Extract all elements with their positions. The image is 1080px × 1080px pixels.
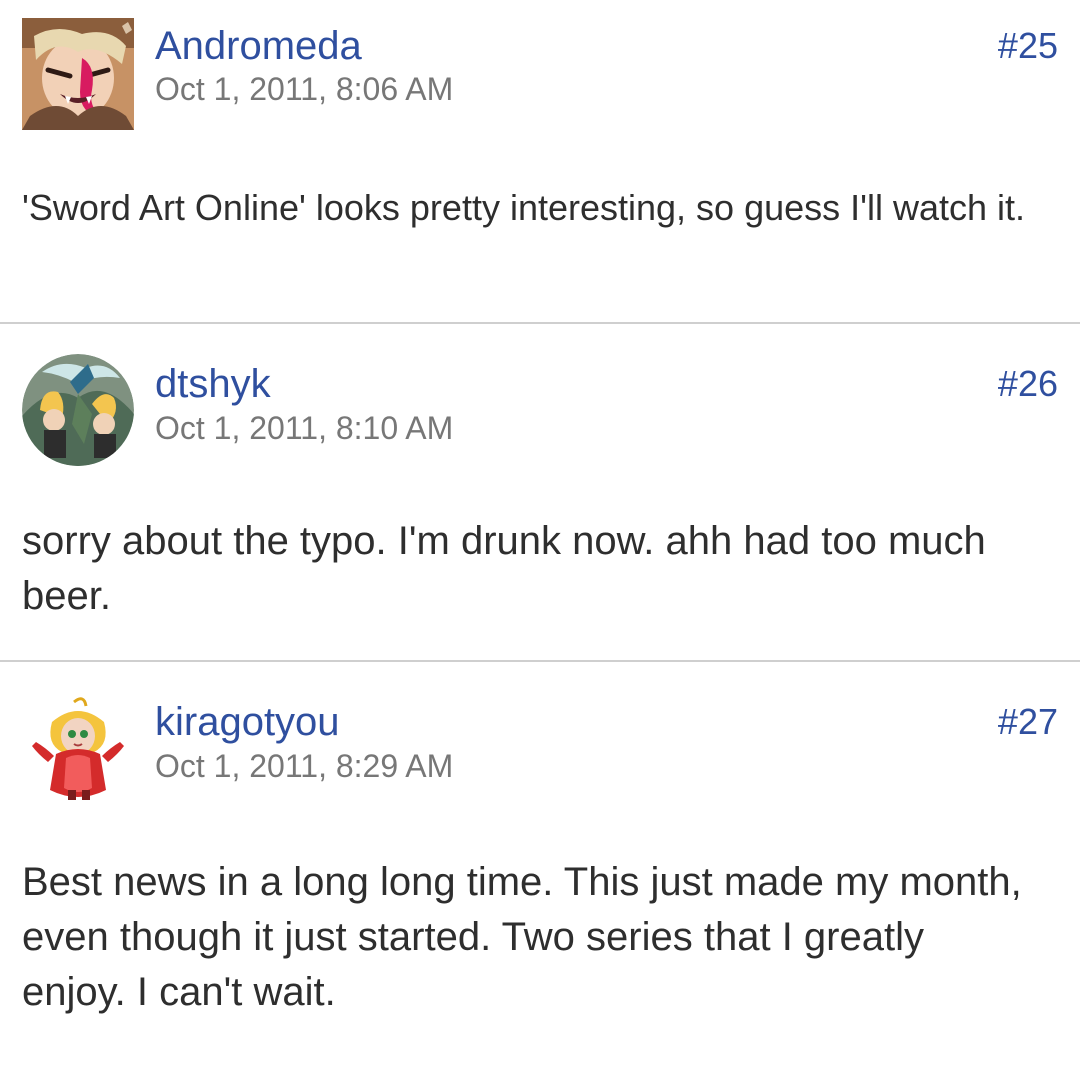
author-name[interactable]: dtshyk [155, 362, 271, 406]
user-avatar[interactable] [22, 18, 134, 130]
post-number[interactable]: #27 [998, 702, 1058, 742]
author-name[interactable]: kiragotyou [155, 700, 340, 744]
post-number[interactable]: #25 [998, 26, 1058, 66]
post-number[interactable]: #26 [998, 364, 1058, 404]
post-27: kiragotyou Oct 1, 2011, 8:29 AM #27 Best… [0, 662, 1080, 1080]
post-thread: Andromeda Oct 1, 2011, 8:06 AM #25 'Swor… [0, 0, 1080, 1080]
user-avatar[interactable] [22, 692, 134, 804]
avatar-andromeda-icon [22, 18, 134, 130]
post-message: Best news in a long long time. This just… [22, 860, 1022, 1014]
post-date[interactable]: Oct 1, 2011, 8:06 AM [155, 71, 453, 107]
post-26: dtshyk Oct 1, 2011, 8:10 AM #26 sorry ab… [0, 324, 1080, 662]
user-avatar[interactable] [22, 354, 134, 466]
post-date[interactable]: Oct 1, 2011, 8:29 AM [155, 748, 453, 784]
post-25: Andromeda Oct 1, 2011, 8:06 AM #25 'Swor… [0, 0, 1080, 324]
author-name[interactable]: Andromeda [155, 24, 362, 68]
post-message: 'Sword Art Online' looks pretty interest… [22, 187, 1026, 228]
post-message: sorry about the typo. I'm drunk now. ahh… [22, 519, 986, 618]
avatar-dtshyk-icon [22, 354, 134, 466]
post-date[interactable]: Oct 1, 2011, 8:10 AM [155, 410, 453, 446]
avatar-kiragotyou-icon [22, 692, 134, 804]
